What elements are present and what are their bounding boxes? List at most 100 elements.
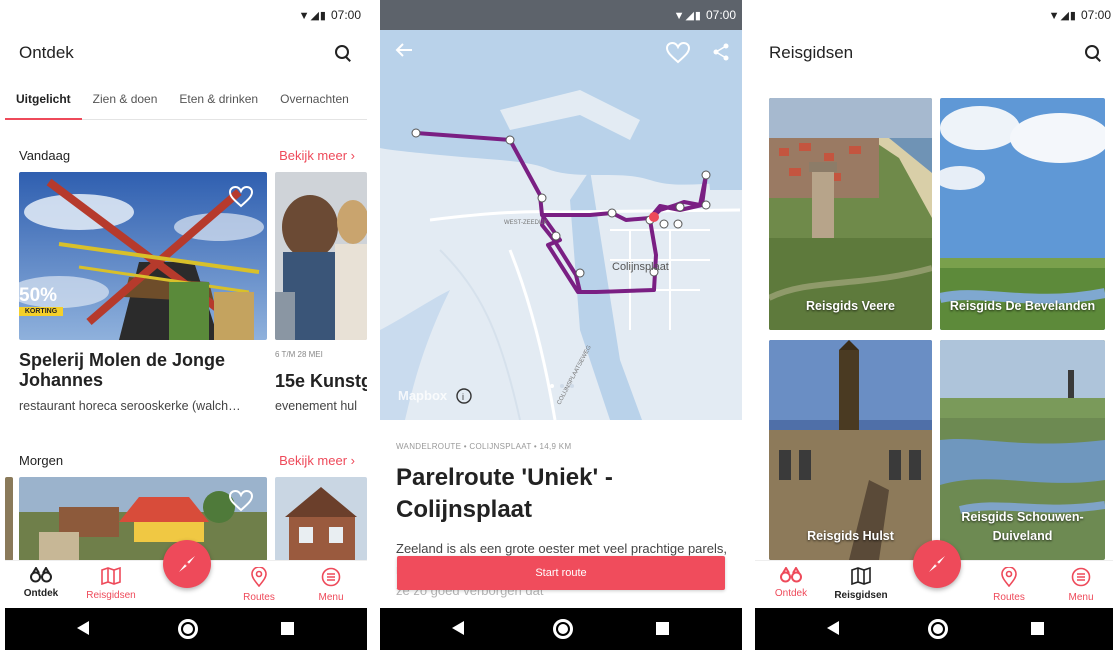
veere-photo [769, 98, 932, 330]
card-house-image[interactable] [275, 477, 367, 561]
binoculars-icon [30, 566, 52, 583]
tomorrow-more-link[interactable]: Bekijk meer › [279, 453, 355, 468]
compass-fab[interactable] [913, 540, 961, 588]
route-map[interactable]: Colijnsplaat WEST-ZEEDIJK COLIJNSPLAATSE… [380, 30, 742, 420]
nav-reisgidsen[interactable]: Reisgidsen [831, 566, 891, 601]
nav-reisgidsen-label: Reisgidsen [86, 590, 136, 601]
nav-menu[interactable]: Menu [1051, 567, 1111, 603]
home-icon[interactable] [553, 619, 573, 639]
favorite-heart-icon[interactable] [229, 186, 253, 208]
binoculars-icon [780, 566, 802, 583]
nav-routes-label: Routes [243, 592, 275, 603]
section-tomorrow-title: Morgen [19, 453, 64, 468]
signal-icons: ▼◢▮ [1048, 9, 1077, 22]
location-pin-icon [1001, 566, 1017, 588]
recent-apps-icon[interactable] [656, 622, 669, 635]
status-time: 07:00 [1080, 8, 1111, 22]
nav-reisgidsen[interactable]: Reisgidsen [81, 566, 141, 601]
card-partial-image[interactable] [5, 477, 13, 561]
card-kunst-date: 6 T/M 28 MEI [275, 350, 323, 359]
share-icon[interactable] [712, 43, 730, 61]
nav-menu-label: Menu [318, 592, 344, 603]
nav-ontdek-label: Ontdek [774, 588, 808, 599]
guide-schouwen-label: Reisgids Schouwen-Duiveland [961, 510, 1084, 543]
map-town-label: Colijnsplaat [612, 261, 669, 273]
screen-reisgidsen: ▼◢▮ 07:00 Reisgidsen Reisgids Veere Reis… [755, 0, 1113, 650]
card-molen-title[interactable]: Spelerij Molen de Jonge Johannes [19, 350, 269, 390]
crowd-photo [275, 172, 367, 340]
tab-zien-doen[interactable]: Zien & doen [82, 84, 169, 120]
location-pin-icon [251, 566, 267, 588]
menu-circle-icon [321, 567, 341, 587]
menu-circle-icon [1071, 567, 1091, 587]
tab-uitgelicht[interactable]: Uitgelicht [5, 84, 82, 120]
guide-hulst-label: Reisgids Hulst [807, 529, 894, 543]
card-kunst-title[interactable]: 15e Kunstg [275, 371, 367, 391]
favorite-heart-icon[interactable] [229, 490, 253, 512]
start-route-button[interactable]: Start route [397, 556, 725, 590]
svg-text:i: i [462, 392, 464, 402]
recent-apps-icon[interactable] [281, 622, 294, 635]
search-icon[interactable] [333, 43, 353, 63]
guide-bevelanden-label: Reisgids De Bevelanden [949, 299, 1096, 313]
guide-bevelanden[interactable]: Reisgids De Bevelanden [940, 98, 1105, 330]
compass-icon [179, 556, 195, 572]
map-canvas: Colijnsplaat WEST-ZEEDIJK COLIJNSPLAATSE… [380, 30, 742, 420]
guide-hulst[interactable]: Reisgids Hulst [769, 340, 932, 560]
android-nav-bar [380, 608, 742, 650]
signal-icons: ▼◢▮ [673, 9, 702, 22]
nav-menu[interactable]: Menu [301, 567, 361, 603]
page-title: Reisgidsen [769, 43, 854, 62]
android-nav-bar [5, 608, 367, 650]
back-arrow-icon[interactable] [394, 42, 414, 58]
android-nav-bar [755, 608, 1113, 650]
nav-reisgidsen-label: Reisgidsen [834, 590, 888, 601]
nav-routes[interactable]: Routes [979, 566, 1039, 603]
nav-menu-label: Menu [1068, 592, 1094, 603]
route-title: Parelroute 'Uniek' - Colijnsplaat [396, 464, 613, 523]
screen-ontdek: ▼◢▮ 07:00 Ontdek Uitgelicht Zien & doen … [5, 0, 367, 650]
nav-ontdek[interactable]: Ontdek [11, 566, 71, 599]
status-bar: ▼◢▮ 07:00 [755, 0, 1113, 30]
recent-apps-icon[interactable] [1031, 622, 1044, 635]
guide-veere[interactable]: Reisgids Veere [769, 98, 932, 330]
compass-icon [929, 556, 945, 572]
map-book-icon [101, 566, 121, 586]
tab-overnachten[interactable]: Overnachten [269, 84, 360, 120]
home-icon[interactable] [928, 619, 948, 639]
discount-label: KORTING [19, 307, 63, 316]
nav-ontdek-label: Ontdek [23, 588, 59, 599]
section-today-title: Vandaag [19, 148, 71, 163]
back-icon[interactable] [452, 621, 464, 635]
nav-ontdek[interactable]: Ontdek [761, 566, 821, 599]
guide-veere-label: Reisgids Veere [806, 299, 895, 313]
section-tomorrow-header: Morgen Bekijk meer › [19, 453, 355, 468]
discount-badge: 50% KORTING [19, 285, 63, 316]
status-bar: ▼◢▮ 07:00 [5, 0, 367, 30]
status-bar: ▼◢▮ 07:00 [380, 0, 742, 30]
discount-percentage: 50% [19, 285, 58, 306]
mapbox-logo: Mapbox [398, 388, 448, 403]
house-photo [275, 477, 367, 561]
bevelanden-photo [940, 98, 1105, 330]
status-time: 07:00 [330, 8, 361, 22]
compass-fab[interactable] [163, 540, 211, 588]
home-icon[interactable] [178, 619, 198, 639]
nav-routes-label: Routes [993, 592, 1025, 603]
search-icon[interactable] [1083, 43, 1103, 63]
guide-schouwen[interactable]: Reisgids Schouwen-Duiveland [940, 340, 1105, 560]
page-title: Ontdek [19, 43, 74, 62]
back-icon[interactable] [77, 621, 89, 635]
back-icon[interactable] [827, 621, 839, 635]
route-meta: WANDELROUTE • COLIJNSPLAAT • 14,9 KM [396, 442, 572, 451]
map-book-icon [851, 566, 871, 586]
tab-eten-drinken[interactable]: Eten & drinken [168, 84, 269, 120]
nav-routes[interactable]: Routes [229, 566, 289, 603]
app-bar: Reisgidsen [755, 38, 1113, 68]
status-time: 07:00 [705, 8, 736, 22]
today-more-link[interactable]: Bekijk meer › [279, 148, 355, 163]
map-street-label: WEST-ZEEDIJK [504, 220, 548, 226]
card-kunst-image[interactable] [275, 172, 367, 340]
favorite-heart-icon[interactable] [666, 42, 690, 64]
card-molen-tags: restaurant horeca serooskerke (walch… [19, 399, 241, 413]
